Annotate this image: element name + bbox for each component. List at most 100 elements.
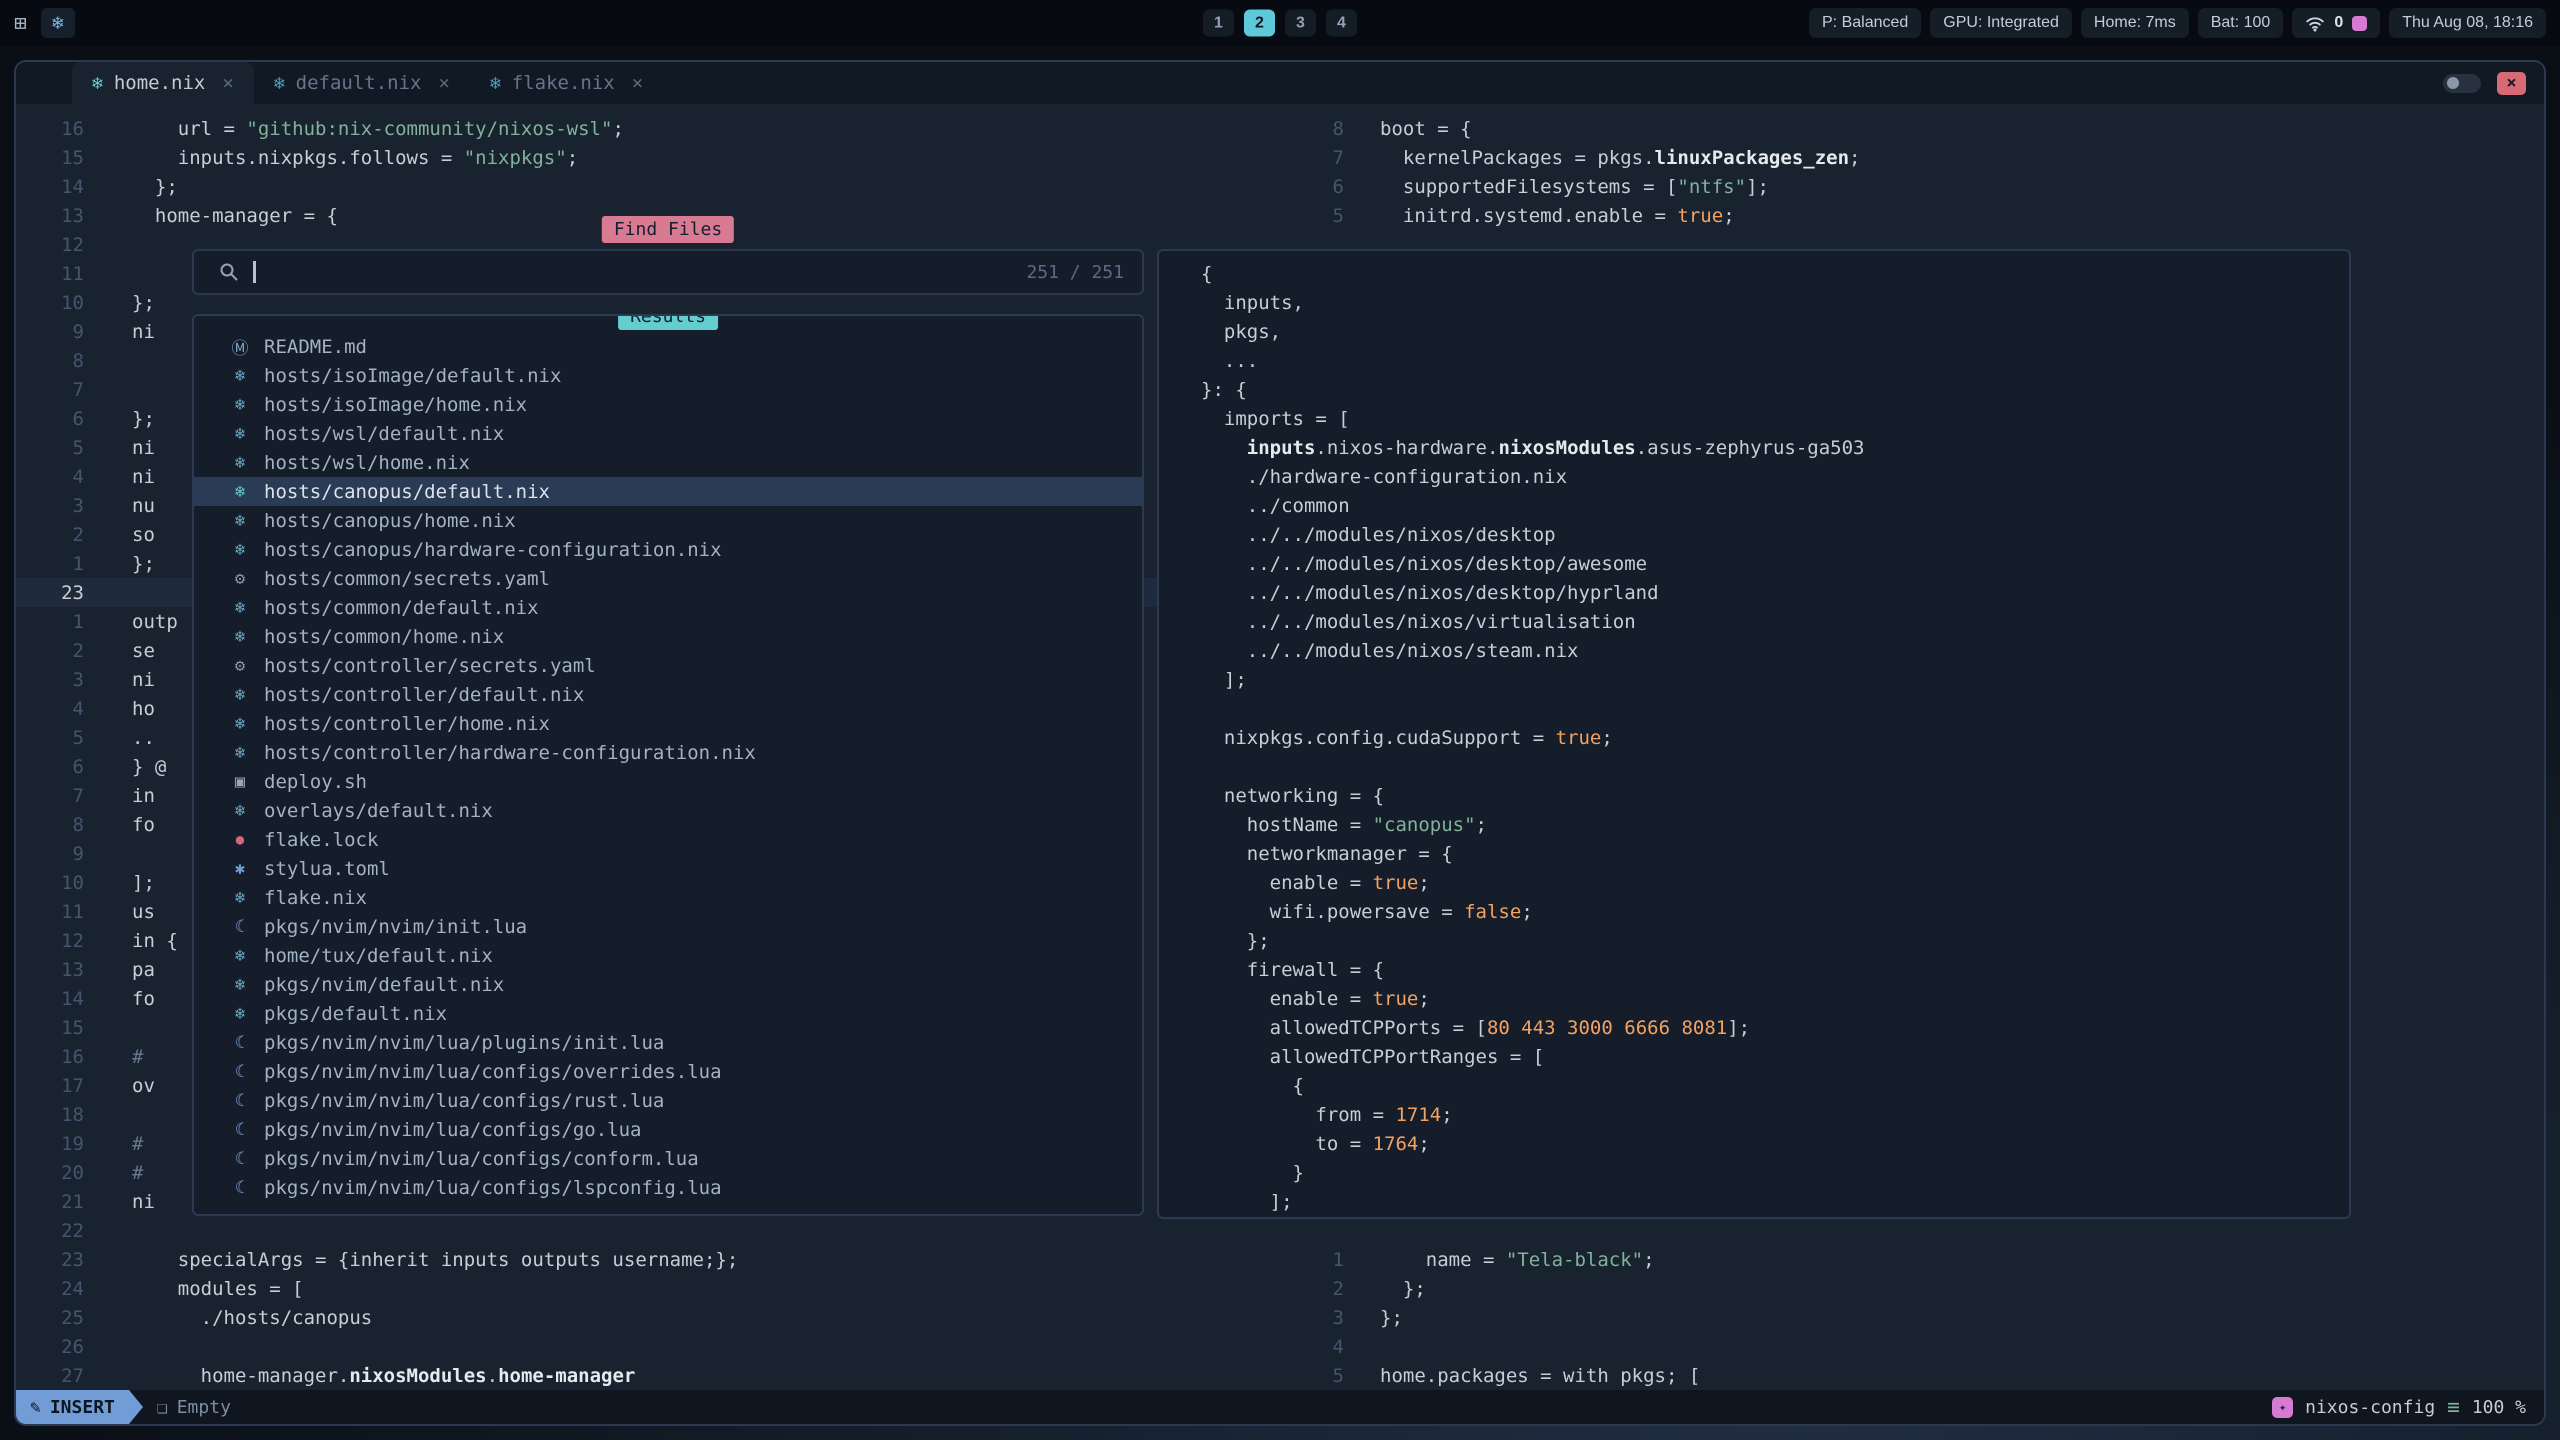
line-number: 24: [16, 1278, 112, 1300]
status-module[interactable]: Bat: 100: [2198, 8, 2284, 38]
file-result-item[interactable]: ✱stylua.toml: [194, 854, 1142, 883]
statusline-right: ✦ nixos-config ≡ 100 %: [2272, 1395, 2544, 1419]
line-number: 4: [16, 466, 112, 488]
code-text: kernelPackages = pkgs.linuxPackages_zen;: [1360, 147, 1860, 169]
file-result-label: hosts/canopus/home.nix: [264, 510, 516, 532]
file-result-item[interactable]: ❄home/tux/default.nix: [194, 941, 1142, 970]
code-line: allowedTCPPorts = [80 443 3000 6666 8081…: [1181, 1013, 2349, 1042]
code-text: #: [112, 1162, 143, 1184]
line-number: 18: [16, 1104, 112, 1126]
file-result-item[interactable]: ❄hosts/wsl/default.nix: [194, 419, 1142, 448]
preview-code: { inputs, pkgs, ...}: { imports = [ inpu…: [1181, 259, 2349, 1216]
file-result-item[interactable]: ❄hosts/common/home.nix: [194, 622, 1142, 651]
line-number: 23: [16, 1249, 112, 1271]
file-result-item[interactable]: ⚙hosts/common/secrets.yaml: [194, 564, 1142, 593]
line-number: 16: [16, 1046, 112, 1068]
file-result-item[interactable]: ❄hosts/canopus/hardware-configuration.ni…: [194, 535, 1142, 564]
file-result-item[interactable]: ❄pkgs/default.nix: [194, 999, 1142, 1028]
line-number: 11: [16, 263, 112, 285]
file-result-item[interactable]: ☾pkgs/nvim/nvim/lua/plugins/init.lua: [194, 1028, 1142, 1057]
system-tray[interactable]: 0: [2292, 8, 2380, 38]
file-result-item[interactable]: ⚙hosts/controller/secrets.yaml: [194, 651, 1142, 680]
nixos-logo-icon[interactable]: ❄: [41, 8, 75, 38]
workspace-button[interactable]: 4: [1326, 10, 1357, 37]
tab-label: default.nix: [296, 72, 422, 94]
code-text: ...: [1181, 350, 1258, 372]
file-result-item[interactable]: ❄hosts/isoImage/home.nix: [194, 390, 1142, 419]
tab-close-icon[interactable]: ×: [222, 72, 233, 94]
code-line: 23 specialArgs = {inherit inputs outputs…: [16, 1245, 1321, 1274]
file-result-item[interactable]: ▣deploy.sh: [194, 767, 1142, 796]
lua-file-icon: ☾: [228, 1120, 252, 1140]
code-text: pa: [112, 959, 155, 981]
file-result-label: hosts/wsl/home.nix: [264, 452, 470, 474]
find-files-prompt[interactable]: Find Files 251 / 251: [192, 249, 1144, 295]
code-text: ../../modules/nixos/steam.nix: [1181, 640, 1579, 662]
line-number: 26: [16, 1336, 112, 1358]
file-result-label: flake.nix: [264, 887, 367, 909]
line-number: 12: [16, 930, 112, 952]
lua-file-icon: ☾: [228, 1091, 252, 1111]
file-result-item[interactable]: ☾pkgs/nvim/nvim/init.lua: [194, 912, 1142, 941]
window-close-button[interactable]: ×: [2497, 72, 2526, 95]
window-toggle[interactable]: [2443, 74, 2481, 93]
app-launcher-icon[interactable]: ⊞: [14, 13, 27, 34]
tab-list: ❄home.nix×❄default.nix×❄flake.nix×: [72, 62, 663, 104]
workspace-button[interactable]: 3: [1285, 10, 1316, 37]
code-text: ho: [112, 698, 155, 720]
file-result-item[interactable]: ❄ flake.nix: [194, 883, 1142, 912]
code-text: ni: [112, 669, 155, 691]
workspace-button[interactable]: 1: [1203, 10, 1234, 37]
scroll-percent: 100 %: [2472, 1397, 2526, 1418]
file-result-item[interactable]: ❄hosts/isoImage/default.nix: [194, 361, 1142, 390]
editor-tab[interactable]: ❄flake.nix×: [470, 62, 663, 104]
file-result-item[interactable]: ☾pkgs/nvim/nvim/lua/configs/go.lua: [194, 1115, 1142, 1144]
file-result-item[interactable]: ❄hosts/controller/hardware-configuration…: [194, 738, 1142, 767]
status-module[interactable]: Home: 7ms: [2081, 8, 2189, 38]
status-module[interactable]: P: Balanced: [1809, 8, 1921, 38]
line-number: 20: [16, 1162, 112, 1184]
code-text: };: [112, 292, 155, 314]
file-result-item[interactable]: ❄hosts/controller/default.nix: [194, 680, 1142, 709]
tab-close-icon[interactable]: ×: [439, 72, 450, 94]
nix-file-icon: ❄: [228, 888, 252, 908]
file-result-item[interactable]: ❄hosts/canopus/default.nix: [194, 477, 1142, 506]
nix-file-icon: ❄: [228, 482, 252, 502]
code-line: imports = [: [1181, 404, 2349, 433]
tab-close-icon[interactable]: ×: [632, 72, 643, 94]
file-result-item[interactable]: ❄pkgs/nvim/default.nix: [194, 970, 1142, 999]
mode-indicator: ✎ INSERT: [16, 1390, 129, 1424]
code-line: {: [1181, 259, 2349, 288]
statusline: ✎ INSERT ❏ Empty ✦ nixos-config ≡ 100 %: [16, 1390, 2544, 1424]
code-text: #: [112, 1133, 143, 1155]
file-result-item[interactable]: ❄hosts/canopus/home.nix: [194, 506, 1142, 535]
sh-file-icon: ▣: [228, 772, 252, 792]
code-line: 4: [1326, 1332, 2544, 1361]
file-result-item[interactable]: ❄overlays/default.nix: [194, 796, 1142, 825]
status-module[interactable]: GPU: Integrated: [1930, 8, 2072, 38]
file-result-item[interactable]: ⓂREADME.md: [194, 332, 1142, 361]
file-result-item[interactable]: ❄hosts/wsl/home.nix: [194, 448, 1142, 477]
line-number: 25: [16, 1307, 112, 1329]
code-text: enable = true;: [1181, 872, 1430, 894]
code-line: firewall = {: [1181, 955, 2349, 984]
project-glyph: ✦: [2279, 1400, 2286, 1414]
file-result-item[interactable]: ❄hosts/common/default.nix: [194, 593, 1142, 622]
editor-tab[interactable]: ❄home.nix×: [72, 62, 254, 104]
file-result-item[interactable]: ☾pkgs/nvim/nvim/lua/configs/conform.lua: [194, 1144, 1142, 1173]
workspace-button[interactable]: 2: [1244, 10, 1275, 37]
file-result-item[interactable]: ❄hosts/controller/home.nix: [194, 709, 1142, 738]
code-text: allowedTCPPortRanges = [: [1181, 1046, 1544, 1068]
tray-app-icon[interactable]: [2352, 16, 2367, 31]
editor-tab[interactable]: ❄default.nix×: [254, 62, 470, 104]
code-text: ov: [112, 1075, 155, 1097]
line-number: 14: [16, 988, 112, 1010]
file-result-item[interactable]: ☾pkgs/nvim/nvim/lua/configs/lspconfig.lu…: [194, 1173, 1142, 1202]
clock[interactable]: Thu Aug 08, 18:16: [2389, 8, 2546, 38]
file-result-item[interactable]: ☾pkgs/nvim/nvim/lua/configs/rust.lua: [194, 1086, 1142, 1115]
code-text: firewall = {: [1181, 959, 1384, 981]
wifi-icon: [2305, 15, 2325, 32]
file-result-item[interactable]: ●flake.lock: [194, 825, 1142, 854]
result-counter: 251 / 251: [1026, 262, 1124, 283]
file-result-item[interactable]: ☾pkgs/nvim/nvim/lua/configs/overrides.lu…: [194, 1057, 1142, 1086]
